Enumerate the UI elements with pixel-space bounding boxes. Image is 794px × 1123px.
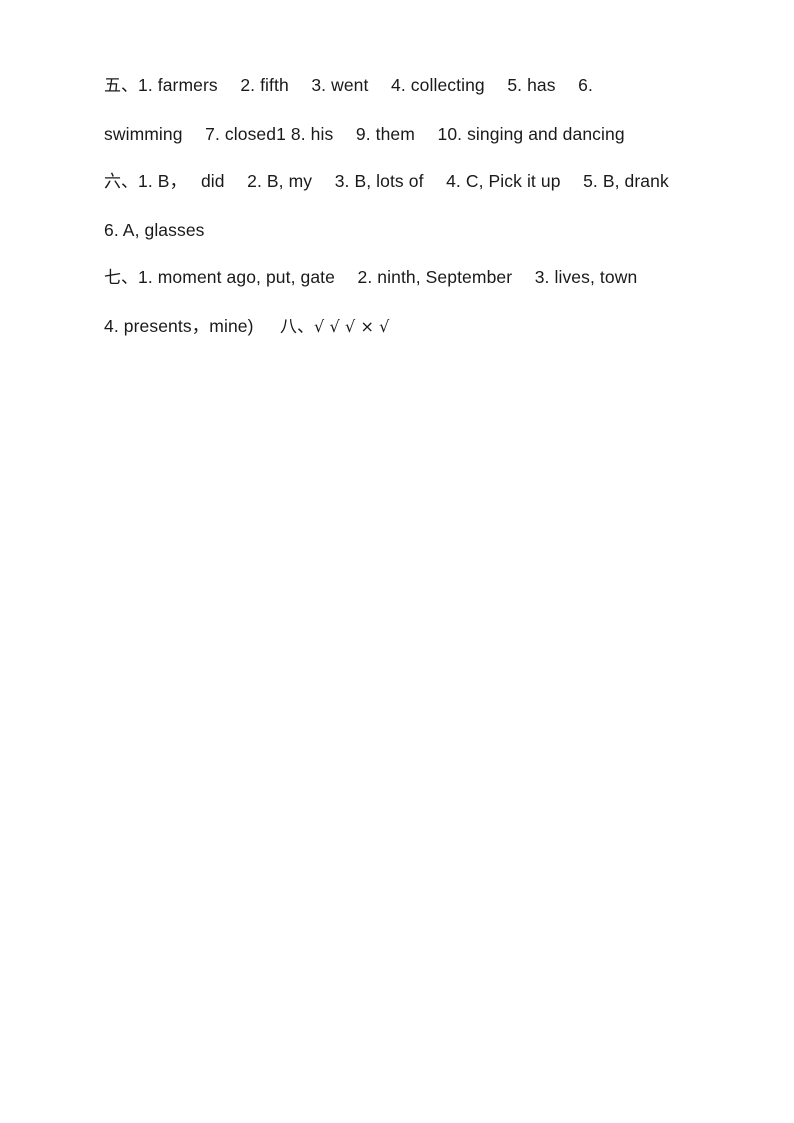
answer-line-section-7-part-2-and-section-8: 4. presents，mine) 八、√ √ √ × √	[104, 303, 714, 352]
section-marker-six: 六、	[104, 172, 138, 192]
answer-line-section-6-part-2: 6. A, glasses	[104, 207, 714, 255]
section-marker-five: 五、	[104, 76, 138, 96]
answer-line-section-5-part-2: swimming 7. closed1 8. his 9. them 10. s…	[104, 111, 714, 159]
section-5-answers-line-1: 1. farmers 2. fifth 3. went 4. collectin…	[138, 75, 593, 95]
section-marker-seven: 七、	[104, 268, 138, 288]
section-5-answers-line-2: swimming 7. closed1 8. his 9. them 10. s…	[104, 123, 625, 144]
section-8-check-marks: √ √ √ × √	[314, 316, 390, 336]
answer-line-section-5-part-1: 五、1. farmers 2. fifth 3. went 4. collect…	[104, 62, 714, 111]
document-page: 五、1. farmers 2. fifth 3. went 4. collect…	[0, 0, 794, 1123]
section-6-answers-line-1: 1. B， did 2. B, my 3. B, lots of 4. C, P…	[138, 171, 669, 191]
section-7-answers-line-2: 4. presents，mine)	[104, 315, 280, 336]
section-marker-eight: 八、	[280, 316, 314, 337]
section-7-answers-line-1: 1. moment ago, put, gate 2. ninth, Septe…	[138, 267, 638, 287]
answer-key-body: 五、1. farmers 2. fifth 3. went 4. collect…	[104, 62, 714, 351]
answer-line-section-7-part-1: 七、1. moment ago, put, gate 2. ninth, Sep…	[104, 254, 714, 303]
section-6-answers-line-2: 6. A, glasses	[104, 219, 205, 240]
answer-line-section-6-part-1: 六、1. B， did 2. B, my 3. B, lots of 4. C,…	[104, 158, 714, 207]
